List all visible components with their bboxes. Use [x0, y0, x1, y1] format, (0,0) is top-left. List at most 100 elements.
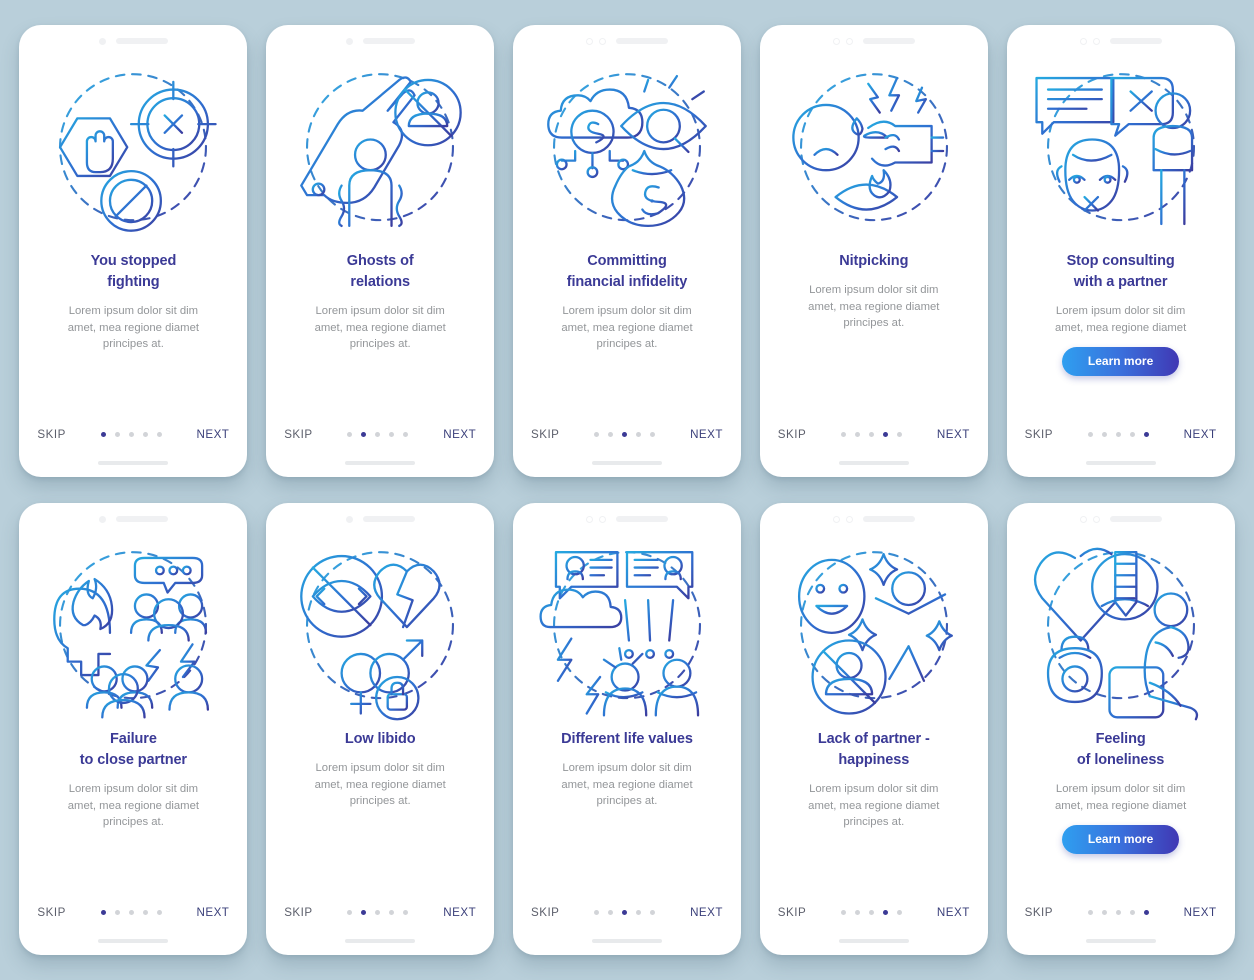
pagination-dot[interactable] [347, 432, 353, 437]
onboarding-nav: SKIP NEXT [760, 906, 988, 919]
pagination-dot[interactable] [375, 432, 381, 437]
next-button[interactable]: NEXT [1184, 428, 1217, 441]
skip-button[interactable]: SKIP [778, 906, 806, 919]
learn-more-wrap: Learn more [1021, 825, 1221, 855]
onboarding-nav: SKIP NEXT [1007, 906, 1235, 919]
pagination-dot[interactable] [1101, 432, 1107, 437]
pagination-dot[interactable] [142, 432, 148, 437]
pagination-dot[interactable] [1143, 910, 1149, 915]
next-button[interactable]: NEXT [690, 428, 723, 441]
text-block: Feeling of loneliness Lorem ipsum dolor … [1007, 729, 1235, 855]
pagination-dot[interactable] [897, 910, 903, 915]
skip-button[interactable]: SKIP [284, 428, 312, 441]
onboarding-phone-nitpicking: Nitpicking Lorem ipsum dolor sit dim ame… [759, 25, 988, 477]
pagination-dot[interactable] [841, 432, 847, 437]
next-button[interactable]: NEXT [937, 428, 970, 441]
pagination-dot[interactable] [1115, 910, 1121, 915]
next-button[interactable]: NEXT [196, 428, 229, 441]
skip-button[interactable]: SKIP [1025, 428, 1053, 441]
skip-button[interactable]: SKIP [37, 906, 65, 919]
illustration-you-stopped-fighting [19, 51, 247, 251]
pagination-dot[interactable] [114, 432, 120, 437]
pagination-dot[interactable] [608, 432, 614, 437]
pagination-dot[interactable] [1129, 910, 1135, 915]
onboarding-phone-feeling-of-loneliness: Feeling of loneliness Lorem ipsum dolor … [1006, 503, 1235, 955]
pagination-dot[interactable] [855, 432, 861, 437]
pagination-dot[interactable] [389, 910, 395, 915]
status-indicator-dot [598, 37, 606, 45]
illustration-different-life-values [513, 529, 741, 729]
pagination-dot[interactable] [636, 910, 642, 915]
pagination-dot[interactable] [100, 910, 106, 915]
skip-button[interactable]: SKIP [1025, 906, 1053, 919]
pagination-dot[interactable] [361, 910, 367, 915]
pagination-dot[interactable] [1087, 432, 1093, 437]
pagination-dots [100, 910, 162, 915]
pagination-dot[interactable] [869, 432, 875, 437]
pagination-dot[interactable] [156, 910, 162, 915]
pagination-dot[interactable] [128, 432, 134, 437]
pagination-dot[interactable] [403, 432, 409, 437]
pagination-dot[interactable] [594, 432, 600, 437]
learn-more-button[interactable]: Learn more [1061, 825, 1180, 855]
status-bar [760, 503, 988, 529]
skip-button[interactable]: SKIP [531, 906, 559, 919]
pagination-dot[interactable] [622, 432, 628, 437]
screen-cell: Failure to close partner Lorem ipsum dol… [10, 490, 257, 968]
home-indicator [1085, 939, 1156, 943]
pagination-dot[interactable] [1087, 910, 1093, 915]
pagination-dot[interactable] [883, 432, 889, 437]
pagination-dot[interactable] [389, 432, 395, 437]
onboarding-phone-lack-of-partner-happiness: Lack of partner - happiness Lorem ipsum … [759, 503, 988, 955]
pagination-dot[interactable] [594, 910, 600, 915]
skip-button[interactable]: SKIP [778, 428, 806, 441]
skip-button[interactable]: SKIP [37, 428, 65, 441]
status-indicator-dot [832, 515, 840, 523]
next-button[interactable]: NEXT [443, 428, 476, 441]
pagination-dot[interactable] [622, 910, 628, 915]
status-bar [513, 503, 741, 529]
pagination-dot[interactable] [375, 910, 381, 915]
next-button[interactable]: NEXT [443, 906, 476, 919]
pagination-dot[interactable] [1143, 432, 1149, 437]
pagination-dot[interactable] [841, 910, 847, 915]
page-title: Ghosts of relations [346, 253, 414, 291]
pagination-dots [347, 432, 409, 437]
illustration-stop-consulting-with-a-partner [1007, 51, 1235, 251]
home-indicator [591, 461, 662, 465]
pagination-dot[interactable] [1115, 432, 1121, 437]
pagination-dot[interactable] [650, 432, 656, 437]
pagination-dot[interactable] [114, 910, 120, 915]
pagination-dot[interactable] [897, 432, 903, 437]
status-indicator-dot [345, 37, 353, 45]
pagination-dot[interactable] [650, 910, 656, 915]
pagination-dot[interactable] [361, 432, 367, 437]
pagination-dot[interactable] [608, 910, 614, 915]
next-button[interactable]: NEXT [690, 906, 723, 919]
screen-cell: Feeling of loneliness Lorem ipsum dolor … [997, 490, 1244, 968]
pagination-dot[interactable] [1101, 910, 1107, 915]
pagination-dot[interactable] [883, 910, 889, 915]
pagination-dot[interactable] [855, 910, 861, 915]
pagination-dots [594, 910, 656, 915]
pagination-dot[interactable] [636, 432, 642, 437]
status-indicator-dot [1079, 515, 1087, 523]
skip-button[interactable]: SKIP [284, 906, 312, 919]
pagination-dot[interactable] [347, 910, 353, 915]
skip-button[interactable]: SKIP [531, 428, 559, 441]
pagination-dot[interactable] [403, 910, 409, 915]
pagination-dot[interactable] [869, 910, 875, 915]
pagination-dot[interactable] [100, 432, 106, 437]
text-block: Ghosts of relations Lorem ipsum dolor si… [266, 251, 494, 353]
learn-more-button[interactable]: Learn more [1061, 347, 1180, 377]
pagination-dot[interactable] [1129, 432, 1135, 437]
next-button[interactable]: NEXT [1184, 906, 1217, 919]
next-button[interactable]: NEXT [196, 906, 229, 919]
onboarding-nav: SKIP NEXT [19, 428, 247, 441]
pagination-dot[interactable] [142, 910, 148, 915]
pagination-dot[interactable] [156, 432, 162, 437]
pagination-dot[interactable] [128, 910, 134, 915]
status-bar-placeholder [862, 516, 915, 522]
status-bar-placeholder [1109, 38, 1162, 44]
next-button[interactable]: NEXT [937, 906, 970, 919]
